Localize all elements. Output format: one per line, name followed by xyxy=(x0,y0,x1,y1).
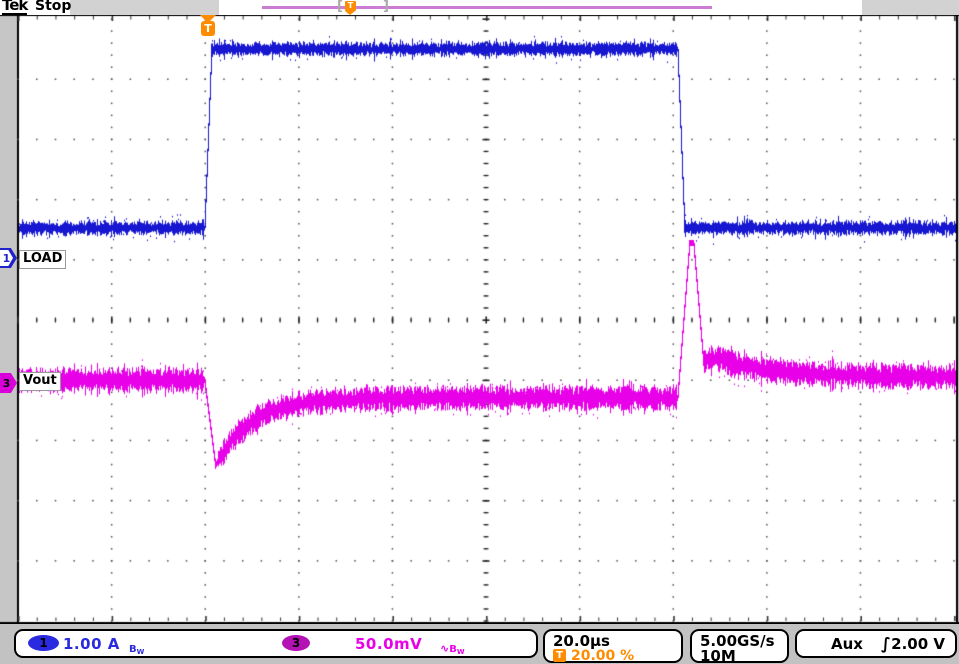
top-bar-spacer-right xyxy=(862,0,959,15)
trigger-level-value: 2.00 V xyxy=(891,635,945,653)
record-length-value: 10M points xyxy=(700,647,787,664)
channel3-scale: 50.0mV xyxy=(355,635,422,653)
channel3-badge: 3 xyxy=(282,635,310,651)
channel1-position-marker[interactable]: 1 xyxy=(0,248,17,268)
channel3-waveform-label: Vout xyxy=(19,372,61,391)
top-status-bar: Tek Stop [ ] T xyxy=(0,0,959,15)
channel1-waveform-label: LOAD xyxy=(19,250,66,269)
record-view-line xyxy=(262,6,712,9)
oscilloscope-screen: Tek Stop [ ] T T 1 3 LOAD Vout 1 1.00 A … xyxy=(0,0,959,664)
acquisition-readout-box[interactable]: 5.00GS/s 10M points xyxy=(690,629,789,663)
trigger-slope-icon: ∫ xyxy=(881,634,891,653)
record-view-right-bracket[interactable]: ] xyxy=(383,0,389,14)
record-view-left-bracket[interactable]: [ xyxy=(337,0,343,14)
ac-coupling-icon: ∿ xyxy=(440,642,449,655)
channel1-bandwidth-icon: BW xyxy=(129,637,144,656)
trigger-flag-icon: T xyxy=(553,649,566,662)
trigger-readout-box[interactable]: Aux ∫ 2.00 V xyxy=(795,629,957,658)
trigger-position-value: 20.00 % xyxy=(571,648,634,664)
record-view-trigger-icon[interactable]: T xyxy=(345,1,356,11)
waveform-display xyxy=(0,0,959,664)
readout-bar: 1 1.00 A BW 3 50.0mV ∿BW 20.0µs T 20.00 … xyxy=(0,624,959,664)
tek-logo: Tek xyxy=(2,0,27,15)
trigger-marker-label: T xyxy=(201,21,215,36)
acquisition-status: Stop xyxy=(35,0,71,14)
channel1-scale: 1.00 A xyxy=(63,635,120,653)
channel3-position-marker[interactable]: 3 xyxy=(0,373,17,393)
channel-readout-box[interactable]: 1 1.00 A BW 3 50.0mV ∿BW xyxy=(14,629,538,658)
horizontal-readout-box[interactable]: 20.0µs T 20.00 % xyxy=(543,629,683,663)
trigger-source: Aux xyxy=(831,635,863,653)
top-bar-spacer xyxy=(70,0,219,15)
record-view-trigger-icon-tip xyxy=(345,11,355,15)
channel3-coupling-bandwidth-icon: ∿BW xyxy=(440,637,465,656)
channel1-badge: 1 xyxy=(28,635,59,651)
